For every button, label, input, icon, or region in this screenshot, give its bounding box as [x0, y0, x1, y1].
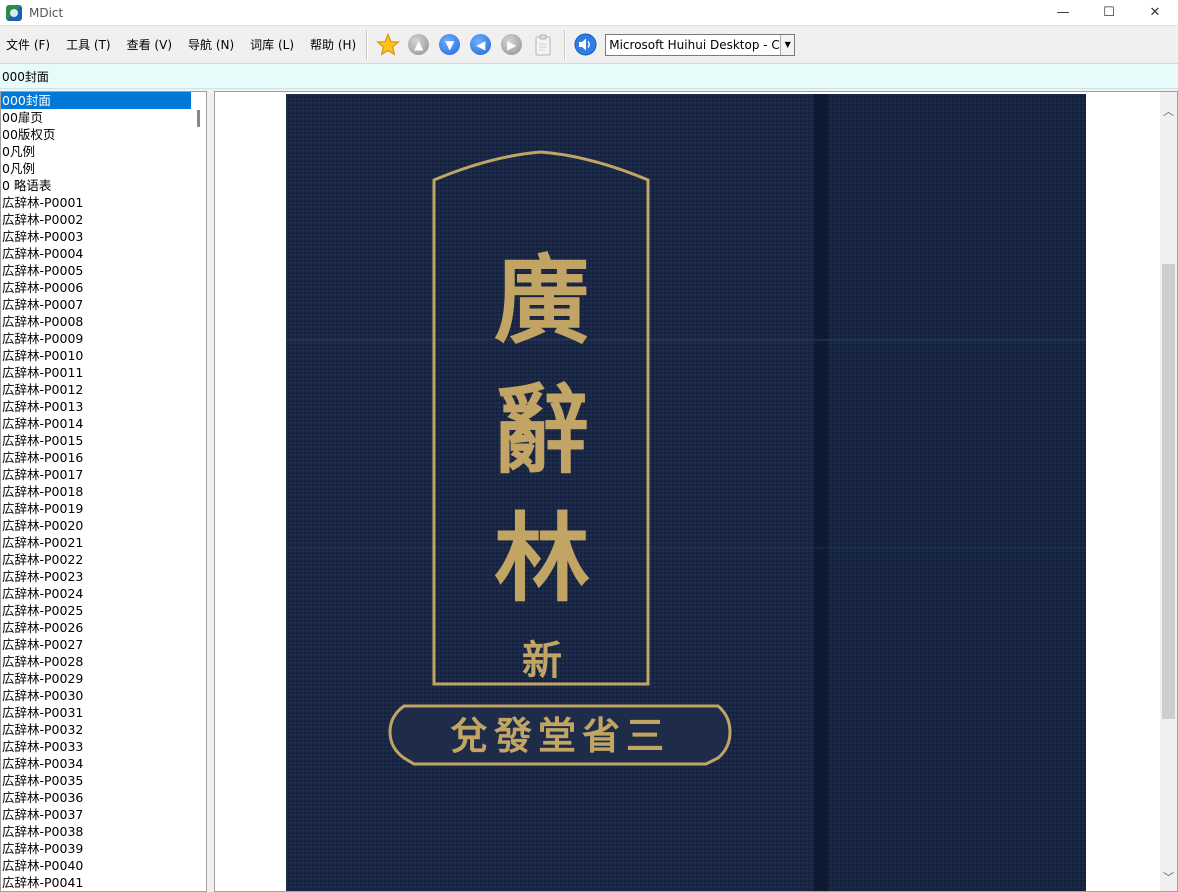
headword-bar: 000封面: [0, 64, 1178, 89]
list-item[interactable]: 広辞林-P0007: [1, 296, 191, 313]
mdict-app-icon: [6, 4, 22, 21]
star-icon: [375, 32, 400, 56]
menu-navigate[interactable]: 导航 (N): [188, 36, 234, 53]
menu-library[interactable]: 词库 (L): [250, 36, 294, 53]
previous-entry-button[interactable]: ▲: [406, 32, 432, 58]
list-item[interactable]: 広辞林-P0040: [1, 857, 191, 874]
arrow-down-icon: ▼: [439, 34, 461, 55]
window-title: MDict: [29, 5, 64, 20]
voice-select-value: Microsoft Huihui Desktop - C: [609, 37, 780, 52]
list-item[interactable]: 00版权页: [1, 126, 191, 143]
chevron-down-icon[interactable]: ▼: [780, 34, 795, 55]
list-item[interactable]: 広辞林-P0022: [1, 551, 191, 568]
list-item[interactable]: 広辞林-P0012: [1, 381, 191, 398]
cover-title-char-3: 林: [494, 502, 590, 615]
list-item[interactable]: 広辞林-P0033: [1, 738, 191, 755]
list-item[interactable]: 広辞林-P0028: [1, 653, 191, 670]
menu-file[interactable]: 文件 (F): [6, 36, 50, 53]
book-cover-image: 廣 辭 林 新 三省堂發兌: [286, 94, 1086, 891]
list-item[interactable]: 広辞林-P0029: [1, 670, 191, 687]
title-bar: MDict — ☐ ✕: [0, 0, 1178, 25]
entry-list: 000封面 00扉页 00版权页 0凡例 0凡例 0 略语表 広辞林-P0001 広辞林-P0…: [1, 92, 191, 891]
speaker-icon: [574, 33, 597, 56]
list-item[interactable]: 広辞林-P0037: [1, 806, 191, 823]
toolbar-separator: [564, 29, 567, 60]
list-item[interactable]: 広辞林-P0006: [1, 279, 191, 296]
list-item[interactable]: 広辞林-P0025: [1, 602, 191, 619]
content-scrollbar[interactable]: ︿ ﹀: [1160, 92, 1177, 891]
toolbar: 文件 (F) 工具 (T) 查看 (V) 导航 (N) 词库 (L) 帮助 (H…: [0, 25, 1178, 64]
next-entry-button[interactable]: ▼: [437, 32, 463, 58]
list-item[interactable]: 0凡例: [1, 143, 191, 160]
list-item[interactable]: 広辞林-P0026: [1, 619, 191, 636]
list-item[interactable]: 広辞林-P0024: [1, 585, 191, 602]
list-item[interactable]: 広辞林-P0027: [1, 636, 191, 653]
list-item[interactable]: 広辞林-P0030: [1, 687, 191, 704]
list-item[interactable]: 広辞林-P0009: [1, 330, 191, 347]
entry-list-panel: 000封面 00扉页 00版权页 0凡例 0凡例 0 略语表 広辞林-P0001 広辞林-P0…: [0, 91, 207, 892]
list-item[interactable]: 広辞林-P0008: [1, 313, 191, 330]
list-item[interactable]: 広辞林-P0021: [1, 534, 191, 551]
list-item[interactable]: 広辞林-P0031: [1, 704, 191, 721]
clipboard-icon: [535, 34, 551, 55]
back-button[interactable]: ◀: [468, 32, 494, 58]
list-item[interactable]: 000封面: [1, 92, 191, 109]
entry-list-scroll-thumb[interactable]: [197, 110, 200, 127]
content-panel: 廣 辭 林 新 三省堂發兌 ︿ ﹀: [214, 91, 1178, 892]
current-headword: 000封面: [2, 69, 49, 84]
list-item[interactable]: 広辞林-P0041: [1, 874, 191, 891]
scroll-up-icon[interactable]: ︿: [1160, 102, 1177, 119]
maximize-button[interactable]: ☐: [1086, 0, 1132, 25]
list-item[interactable]: 広辞林-P0020: [1, 517, 191, 534]
list-item[interactable]: 広辞林-P0018: [1, 483, 191, 500]
list-item[interactable]: 広辞林-P0014: [1, 415, 191, 432]
list-item[interactable]: 広辞林-P0003: [1, 228, 191, 245]
list-item[interactable]: 広辞林-P0039: [1, 840, 191, 857]
list-item[interactable]: 広辞林-P0016: [1, 449, 191, 466]
list-item[interactable]: 広辞林-P0034: [1, 755, 191, 772]
paste-button[interactable]: [530, 32, 556, 58]
forward-button[interactable]: ▶: [499, 32, 525, 58]
arrow-up-icon: ▲: [408, 34, 430, 55]
cover-title-char-2: 辭: [494, 374, 590, 487]
favorite-button[interactable]: [375, 32, 401, 58]
list-item[interactable]: 広辞林-P0019: [1, 500, 191, 517]
list-item[interactable]: 広辞林-P0015: [1, 432, 191, 449]
list-item[interactable]: 広辞林-P0010: [1, 347, 191, 364]
list-item[interactable]: 広辞林-P0013: [1, 398, 191, 415]
list-item[interactable]: 広辞林-P0036: [1, 789, 191, 806]
arrow-right-icon: ▶: [501, 34, 523, 55]
cover-sub-char: 新: [522, 637, 562, 684]
list-item[interactable]: 広辞林-P0017: [1, 466, 191, 483]
scroll-down-icon[interactable]: ﹀: [1160, 868, 1177, 885]
list-item[interactable]: 広辞林-P0002: [1, 211, 191, 228]
list-item[interactable]: 広辞林-P0023: [1, 568, 191, 585]
voice-select[interactable]: Microsoft Huihui Desktop - C ▼: [605, 33, 796, 56]
menu-bar: 文件 (F) 工具 (T) 查看 (V) 导航 (N) 词库 (L) 帮助 (H…: [0, 26, 366, 63]
list-item[interactable]: 00扉页: [1, 109, 191, 126]
list-item[interactable]: 広辞林-P0004: [1, 245, 191, 262]
speak-button[interactable]: [573, 32, 599, 58]
entry-list-scrollbar[interactable]: [191, 92, 206, 891]
content-scroll-thumb[interactable]: [1162, 264, 1175, 719]
list-item[interactable]: 広辞林-P0011: [1, 364, 191, 381]
list-item[interactable]: 0 略语表: [1, 177, 191, 194]
list-item[interactable]: 広辞林-P0035: [1, 772, 191, 789]
list-item[interactable]: 広辞林-P0032: [1, 721, 191, 738]
close-button[interactable]: ✕: [1132, 0, 1178, 25]
cover-publisher: 三省堂發兌: [450, 713, 670, 758]
toolbar-separator: [366, 29, 369, 60]
list-item[interactable]: 0凡例: [1, 160, 191, 177]
menu-help[interactable]: 帮助 (H): [310, 36, 356, 53]
arrow-left-icon: ◀: [470, 34, 492, 55]
list-item[interactable]: 広辞林-P0001: [1, 194, 191, 211]
menu-tools[interactable]: 工具 (T): [66, 36, 111, 53]
menu-view[interactable]: 查看 (V): [127, 36, 172, 53]
list-item[interactable]: 広辞林-P0005: [1, 262, 191, 279]
list-item[interactable]: 広辞林-P0038: [1, 823, 191, 840]
minimize-button[interactable]: —: [1040, 0, 1086, 25]
cover-title-char-1: 廣: [494, 244, 590, 357]
